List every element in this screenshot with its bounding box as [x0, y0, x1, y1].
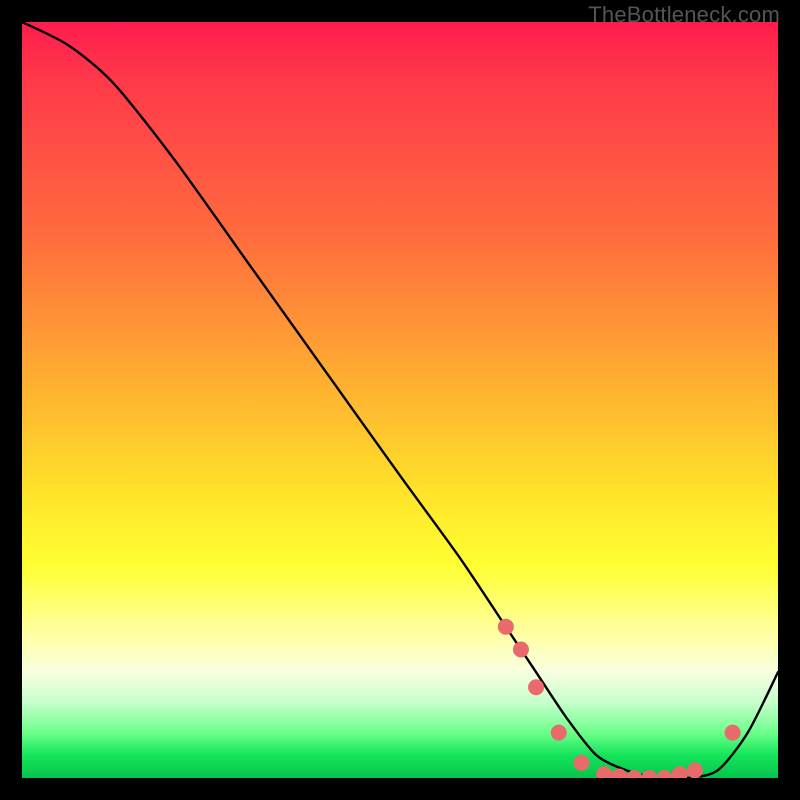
plot-area — [22, 22, 778, 778]
highlight-dot — [498, 619, 514, 635]
highlight-dot — [657, 770, 673, 778]
highlight-dots — [498, 619, 741, 778]
bottleneck-curve — [22, 22, 778, 778]
highlight-dot — [596, 766, 612, 778]
highlight-dot — [528, 679, 544, 695]
highlight-dot — [687, 762, 703, 778]
chart-container: TheBottleneck.com — [0, 0, 800, 800]
highlight-dot — [725, 725, 741, 741]
highlight-dot — [513, 641, 529, 657]
highlight-dot — [641, 770, 657, 778]
highlight-dot — [672, 766, 688, 778]
curve-svg — [22, 22, 778, 778]
highlight-dot — [551, 725, 567, 741]
highlight-dot — [573, 755, 589, 771]
